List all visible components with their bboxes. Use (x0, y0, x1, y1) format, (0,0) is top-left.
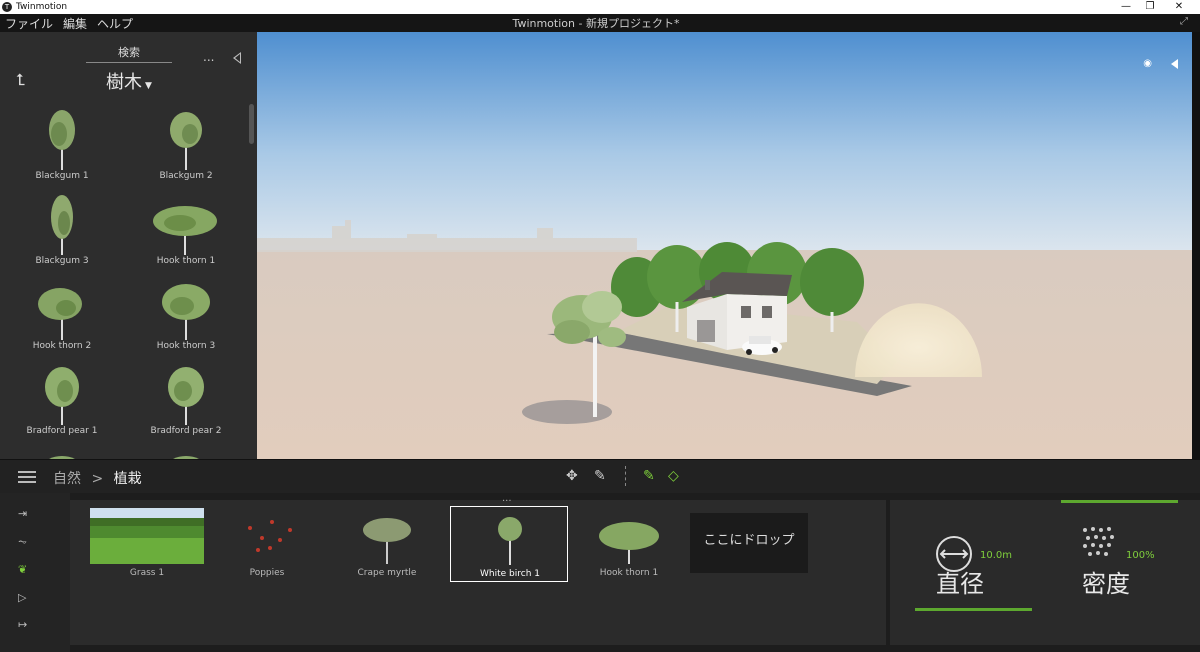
hamburger-menu-icon[interactable] (18, 471, 36, 483)
drop-zone[interactable]: ここにドロップ (690, 513, 808, 573)
asset-item[interactable]: Poppies (208, 506, 326, 582)
asset-item[interactable]: Crape myrtle (328, 506, 446, 582)
os-title-bar: T Twinmotion — ❐ ✕ (0, 0, 1200, 14)
library-item[interactable]: Hook thorn 1 (124, 189, 248, 274)
view-mode-eye-icon[interactable]: ◉ (1143, 58, 1152, 69)
library-item[interactable]: Bradford pear 1 (0, 359, 124, 444)
media-icon[interactable]: ▷ (18, 591, 40, 607)
more-options-button[interactable]: ... (203, 50, 214, 64)
breadcrumb-separator: > (91, 471, 104, 487)
tree-thumbnail-icon (49, 110, 75, 170)
app-logo-icon: T (2, 2, 12, 12)
export-icon[interactable]: ↦ (18, 618, 40, 634)
bottom-panel: ⇥ ⏦ ❦ ▷ ↦ ... Grass 1 Poppies Crape myrt… (0, 493, 1200, 652)
fullscreen-icon[interactable]: ⤢ (1180, 16, 1188, 27)
collapse-panel-icon[interactable] (233, 52, 241, 64)
library-item[interactable] (124, 444, 248, 459)
menu-edit[interactable]: 編集 (58, 15, 92, 32)
white-birch-thumbnail-icon (498, 517, 522, 565)
right-edge-strip (1192, 32, 1200, 459)
pencil-tool-icon[interactable]: ✎ (594, 468, 606, 484)
window-title: Twinmotion - 新規プロジェクト* (512, 17, 680, 30)
os-window-title: Twinmotion (16, 2, 68, 12)
density-label: 密度 (1082, 570, 1130, 598)
density-dots-icon (1083, 527, 1114, 556)
crape-myrtle-thumbnail-icon (363, 518, 411, 564)
grass-thumbnail-icon (90, 508, 204, 564)
breadcrumb-parent[interactable]: 自然 (53, 471, 81, 487)
library-item[interactable] (0, 444, 124, 459)
asset-label: Grass 1 (129, 568, 165, 578)
asset-item[interactable]: Hook thorn 1 (570, 506, 688, 582)
library-item[interactable]: Blackgum 1 (0, 104, 124, 189)
move-tool-icon[interactable]: ✥ (566, 468, 578, 484)
library-item[interactable]: Hook thorn 3 (124, 274, 248, 359)
menu-bar: Twinmotion - 新規プロジェクト* ファイル 編集 ヘルプ ⤢ (0, 14, 1200, 32)
library-item-label: Bradford pear 1 (26, 426, 98, 436)
back-arrow-icon[interactable]: ⮤ (16, 70, 25, 90)
category-dropdown[interactable]: 樹木 ▼ (106, 68, 152, 94)
waveform-icon[interactable]: ⏦ (18, 535, 40, 551)
breadcrumb: 自然 > 植栽 (53, 468, 142, 488)
library-scrollbar[interactable] (249, 104, 254, 144)
toolbar-divider (625, 466, 626, 486)
tree-thumbnail-icon (153, 206, 217, 255)
asset-label: White birch 1 (480, 569, 540, 579)
library-item-label: Hook thorn 1 (156, 256, 216, 266)
search-tab[interactable]: 検索 (86, 44, 172, 63)
diameter-slider[interactable] (915, 608, 1032, 611)
library-item[interactable]: Blackgum 3 (0, 189, 124, 274)
tree-thumbnail-icon (45, 367, 79, 425)
asset-label: Crape myrtle (357, 568, 417, 578)
eraser-icon[interactable]: ◇ (668, 468, 679, 484)
library-item-label: Blackgum 2 (159, 171, 213, 181)
paint-brush-icon[interactable]: ✎ (643, 468, 655, 484)
library-item-label: Bradford pear 2 (150, 426, 222, 436)
tree-thumbnail-icon (168, 367, 204, 425)
library-item-label: Hook thorn 3 (156, 341, 216, 351)
close-button[interactable]: ✕ (1165, 0, 1193, 14)
library-item-label: Blackgum 3 (35, 256, 89, 266)
asset-tray: ... Grass 1 Poppies Crape myrtle White b… (70, 493, 886, 645)
tree-thumbnail-icon (38, 288, 82, 340)
tree-thumbnail-icon (173, 456, 199, 459)
asset-label: Poppies (249, 568, 285, 578)
hook-thorn-thumbnail-icon (599, 522, 659, 564)
side-icon-bar: ⇥ ⏦ ❦ ▷ ↦ (0, 493, 70, 652)
library-item[interactable]: Bradford pear 2 (124, 359, 248, 444)
diameter-label: 直径 (936, 570, 984, 598)
scene-render[interactable] (257, 32, 1192, 459)
asset-item-selected[interactable]: White birch 1 (450, 506, 568, 582)
tree-thumbnail-icon (49, 456, 75, 459)
library-item-label: Blackgum 1 (35, 171, 89, 181)
density-slider[interactable] (1061, 500, 1178, 503)
tree-thumbnail-icon (162, 284, 210, 340)
library-panel: 検索 ... ⮤ 樹木 ▼ Blackgum 1 Blackgum 2 Black… (0, 32, 257, 459)
asset-label: Hook thorn 1 (599, 568, 659, 578)
restore-button[interactable]: ❐ (1136, 0, 1164, 14)
poppies-thumbnail-icon (248, 520, 292, 552)
tray-resize-handle[interactable]: ... (502, 493, 512, 504)
leaf-icon[interactable]: ❦ (18, 563, 40, 579)
tree-thumbnail-icon (170, 112, 202, 170)
menu-file[interactable]: ファイル (0, 15, 58, 32)
asset-item[interactable]: Grass 1 (88, 506, 206, 582)
tree-thumbnail-icon (51, 195, 73, 255)
import-icon[interactable]: ⇥ (18, 507, 40, 523)
library-item[interactable]: Hook thorn 2 (0, 274, 124, 359)
bottom-toolbar: 自然 > 植栽 ✥ ✎ ✎ ◇ (0, 459, 1200, 493)
library-item-label: Hook thorn 2 (32, 341, 92, 351)
expand-panel-icon[interactable] (1171, 59, 1178, 69)
parameters-panel: 直径 10.0m 密度 100% (890, 500, 1200, 645)
menu-help[interactable]: ヘルプ (92, 15, 138, 32)
density-value[interactable]: 100% (1126, 550, 1155, 561)
library-item[interactable]: Blackgum 2 (124, 104, 248, 189)
category-label: 樹木 (106, 72, 142, 93)
breadcrumb-current: 植栽 (113, 471, 142, 487)
diameter-value[interactable]: 10.0m (980, 550, 1012, 561)
3d-viewport[interactable]: ◉ (257, 32, 1192, 459)
chevron-down-icon: ▼ (145, 81, 152, 91)
